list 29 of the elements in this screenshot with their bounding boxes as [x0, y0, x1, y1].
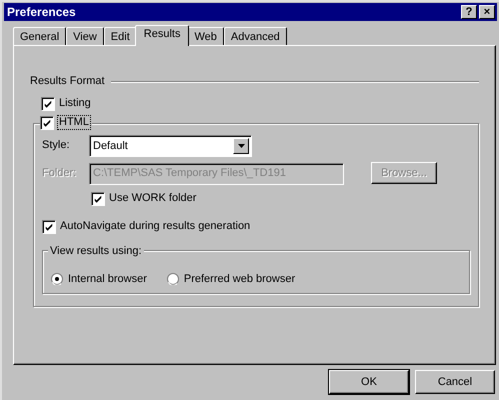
field-label: Folder: [42, 166, 78, 181]
tab[interactable]: Web [187, 27, 224, 45]
checkbox-label: Listing [59, 97, 91, 110]
tab[interactable]: View [66, 27, 104, 45]
checkbox[interactable] [40, 116, 53, 129]
radio-button[interactable] [166, 273, 179, 285]
close-button[interactable]: × [479, 5, 495, 19]
checkbox[interactable] [42, 220, 55, 233]
field-label: Style: [42, 138, 71, 154]
checkbox-label: HTML [58, 116, 90, 129]
tab[interactable]: General [13, 27, 66, 45]
radio-label: Internal browser [68, 272, 147, 287]
checkbox[interactable] [91, 192, 104, 205]
section-label: Results Format [30, 74, 105, 90]
radio-label: Preferred web browser [184, 272, 296, 287]
group-label: View results using: [48, 243, 144, 260]
cancel-button[interactable]: Cancel [415, 370, 495, 394]
ok-button[interactable]: OK [329, 370, 409, 394]
tab[interactable]: Results [134, 25, 190, 46]
style-dropdown[interactable]: Default [89, 135, 251, 156]
tab[interactable]: Edit [104, 27, 137, 45]
tab[interactable]: Advanced [224, 27, 287, 45]
window-title: Preferences [7, 4, 76, 21]
dropdown-value: Default [93, 138, 128, 154]
checkbox-label: Use WORK folder [109, 192, 196, 205]
radio-button[interactable] [51, 273, 63, 285]
checkbox[interactable] [41, 97, 54, 110]
checkbox-label: AutoNavigate during results generation [60, 220, 250, 233]
help-button[interactable]: ? [461, 5, 477, 19]
